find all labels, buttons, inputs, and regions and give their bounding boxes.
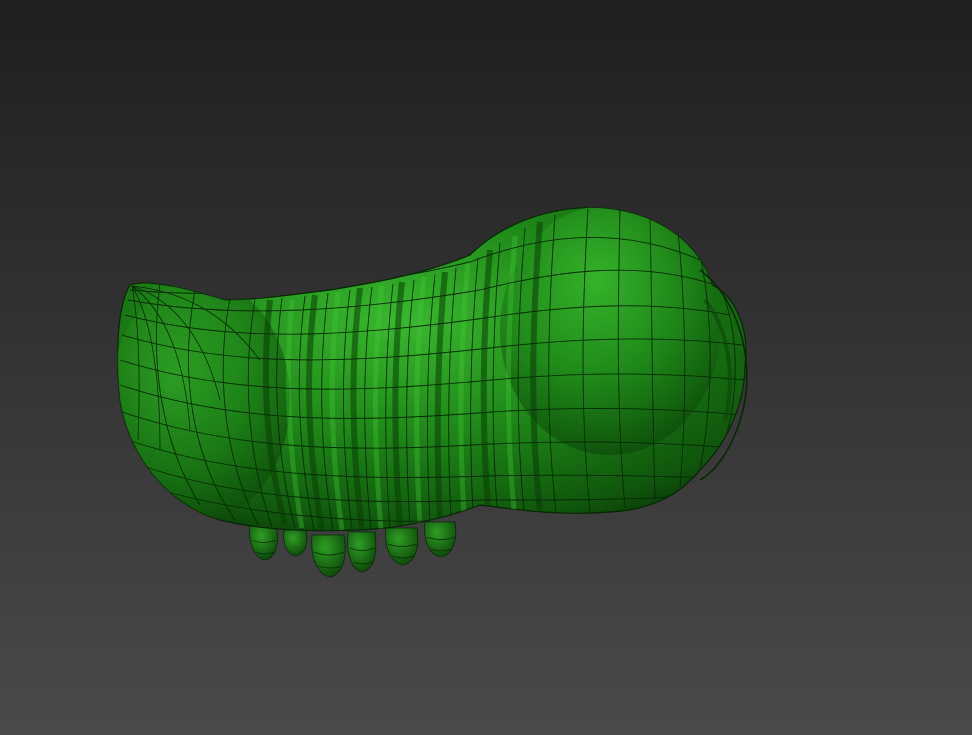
viewport-canvas <box>0 0 972 735</box>
3d-viewport[interactable] <box>0 0 972 735</box>
